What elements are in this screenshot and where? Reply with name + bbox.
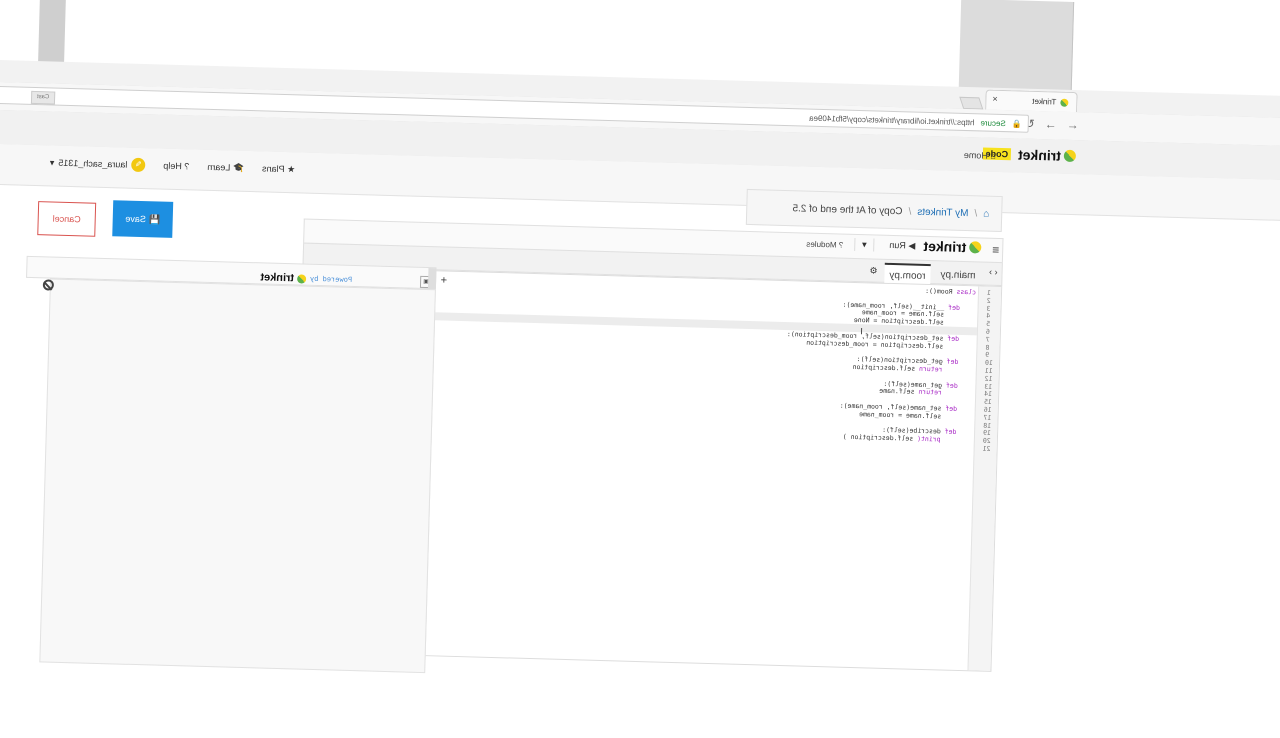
- browser-nav-buttons: ← → ↻: [1024, 117, 1078, 133]
- username: laura_sach_1315: [58, 158, 127, 170]
- secure-label: Secure: [980, 118, 1006, 128]
- modules-button[interactable]: ? Modules: [806, 240, 843, 250]
- code-keyword: class: [956, 288, 976, 297]
- stop-icon[interactable]: [43, 279, 54, 290]
- run-button-label: Run: [889, 240, 906, 250]
- nav-plans-label: Plans: [262, 163, 285, 174]
- nav-learn[interactable]: 🎓 Learn: [207, 161, 244, 173]
- code-text: self.description ): [843, 433, 918, 443]
- modules-label: Modules: [806, 240, 836, 250]
- nav-learn-label: Learn: [207, 161, 230, 172]
- chevron-right-icon[interactable]: ›: [989, 267, 992, 277]
- play-icon: ▶: [908, 240, 915, 250]
- window-gray-region: [959, 0, 1075, 94]
- code-text: self.name: [879, 387, 918, 396]
- breadcrumb-separator: /: [908, 206, 911, 217]
- nav-plans[interactable]: ★ Plans: [262, 163, 295, 175]
- tab-main-py[interactable]: main.py: [935, 264, 981, 285]
- browser-tab-title: Trinket: [1032, 97, 1056, 107]
- site-logo-text: trinket: [1018, 146, 1061, 163]
- tab-close-icon[interactable]: ×: [992, 94, 998, 104]
- run-options-dropdown[interactable]: ▼: [854, 238, 874, 252]
- nav-help[interactable]: ? Help: [163, 161, 189, 172]
- text-cursor-icon: I: [860, 326, 863, 336]
- trinket-logo-icon: [969, 241, 981, 253]
- avatar: ✎: [131, 158, 145, 172]
- lock-icon: 🔒: [1012, 119, 1022, 128]
- site-logo[interactable]: trinket Code: [982, 145, 1076, 164]
- powered-by-label: Powered by: [310, 275, 352, 284]
- code-keyword: return: [919, 365, 974, 375]
- powered-by-logo-text: trinket: [260, 271, 294, 284]
- star-icon: ★: [287, 164, 295, 174]
- breadcrumb-current: Copy of At the end of 2.5: [792, 203, 902, 217]
- caret-down-icon: ▼: [860, 240, 868, 249]
- save-button-label: Save: [125, 214, 146, 225]
- breadcrumb-my-trinkets[interactable]: My Trinkets: [917, 206, 968, 218]
- home-icon: ⌂: [990, 151, 996, 161]
- code-keyword: return: [918, 388, 973, 398]
- home-link-label: Home: [964, 150, 988, 161]
- trinket-logo-icon: [297, 274, 306, 283]
- editor-logo-text: trinket: [923, 238, 966, 255]
- url-text: https://trinket.io/library/trinkets/copy…: [809, 113, 975, 127]
- home-breadcrumb-icon[interactable]: ⌂: [983, 208, 989, 219]
- code-text: Room():: [925, 287, 957, 296]
- question-icon: ?: [184, 161, 189, 171]
- chevron-left-icon[interactable]: ‹: [994, 267, 997, 277]
- graduation-cap-icon: 🎓: [233, 162, 244, 172]
- cancel-button[interactable]: Cancel: [37, 201, 96, 237]
- code-text: self.description: [852, 363, 919, 373]
- code-text: [968, 444, 972, 452]
- breadcrumb-separator: /: [974, 208, 977, 219]
- tab-scroll-arrows[interactable]: ‹ ›: [989, 267, 998, 277]
- trinket-favicon-icon: [1060, 98, 1068, 106]
- line-number: 21: [983, 446, 995, 454]
- run-button[interactable]: ▶ Run: [889, 240, 915, 252]
- user-menu[interactable]: ✎ laura_sach_1315 ▾: [50, 155, 146, 172]
- nav-help-label: Help: [163, 161, 182, 172]
- trinket-logo-icon: [1064, 150, 1076, 162]
- code-keyword: print(: [917, 435, 972, 445]
- editor-logo: trinket: [923, 238, 981, 256]
- breadcrumb: ⌂ / My Trinkets / Copy of At the end of …: [746, 189, 1003, 232]
- powered-by-logo: trinket: [260, 271, 306, 284]
- question-icon: ?: [839, 241, 844, 250]
- code-lines[interactable]: class Room(): def __init__(self, room_na…: [784, 284, 976, 453]
- floppy-icon: 💾: [149, 214, 161, 225]
- powered-by[interactable]: Powered by trinket: [260, 271, 352, 286]
- cast-icon[interactable]: Cast: [31, 91, 55, 105]
- add-file-icon[interactable]: +: [441, 274, 448, 286]
- home-link[interactable]: ⌂ Home: [964, 150, 996, 161]
- caret-down-icon: ▾: [50, 157, 55, 168]
- output-panel: [39, 278, 436, 673]
- save-button[interactable]: 💾 Save: [112, 200, 173, 238]
- gear-icon[interactable]: ⚙: [869, 265, 877, 276]
- back-arrow-icon[interactable]: ←: [1067, 118, 1079, 132]
- forward-arrow-icon[interactable]: →: [1045, 117, 1057, 131]
- browser-tab[interactable]: Trinket ×: [985, 90, 1078, 113]
- hamburger-menu-icon[interactable]: ≡: [992, 243, 999, 257]
- new-tab-button[interactable]: [959, 97, 983, 110]
